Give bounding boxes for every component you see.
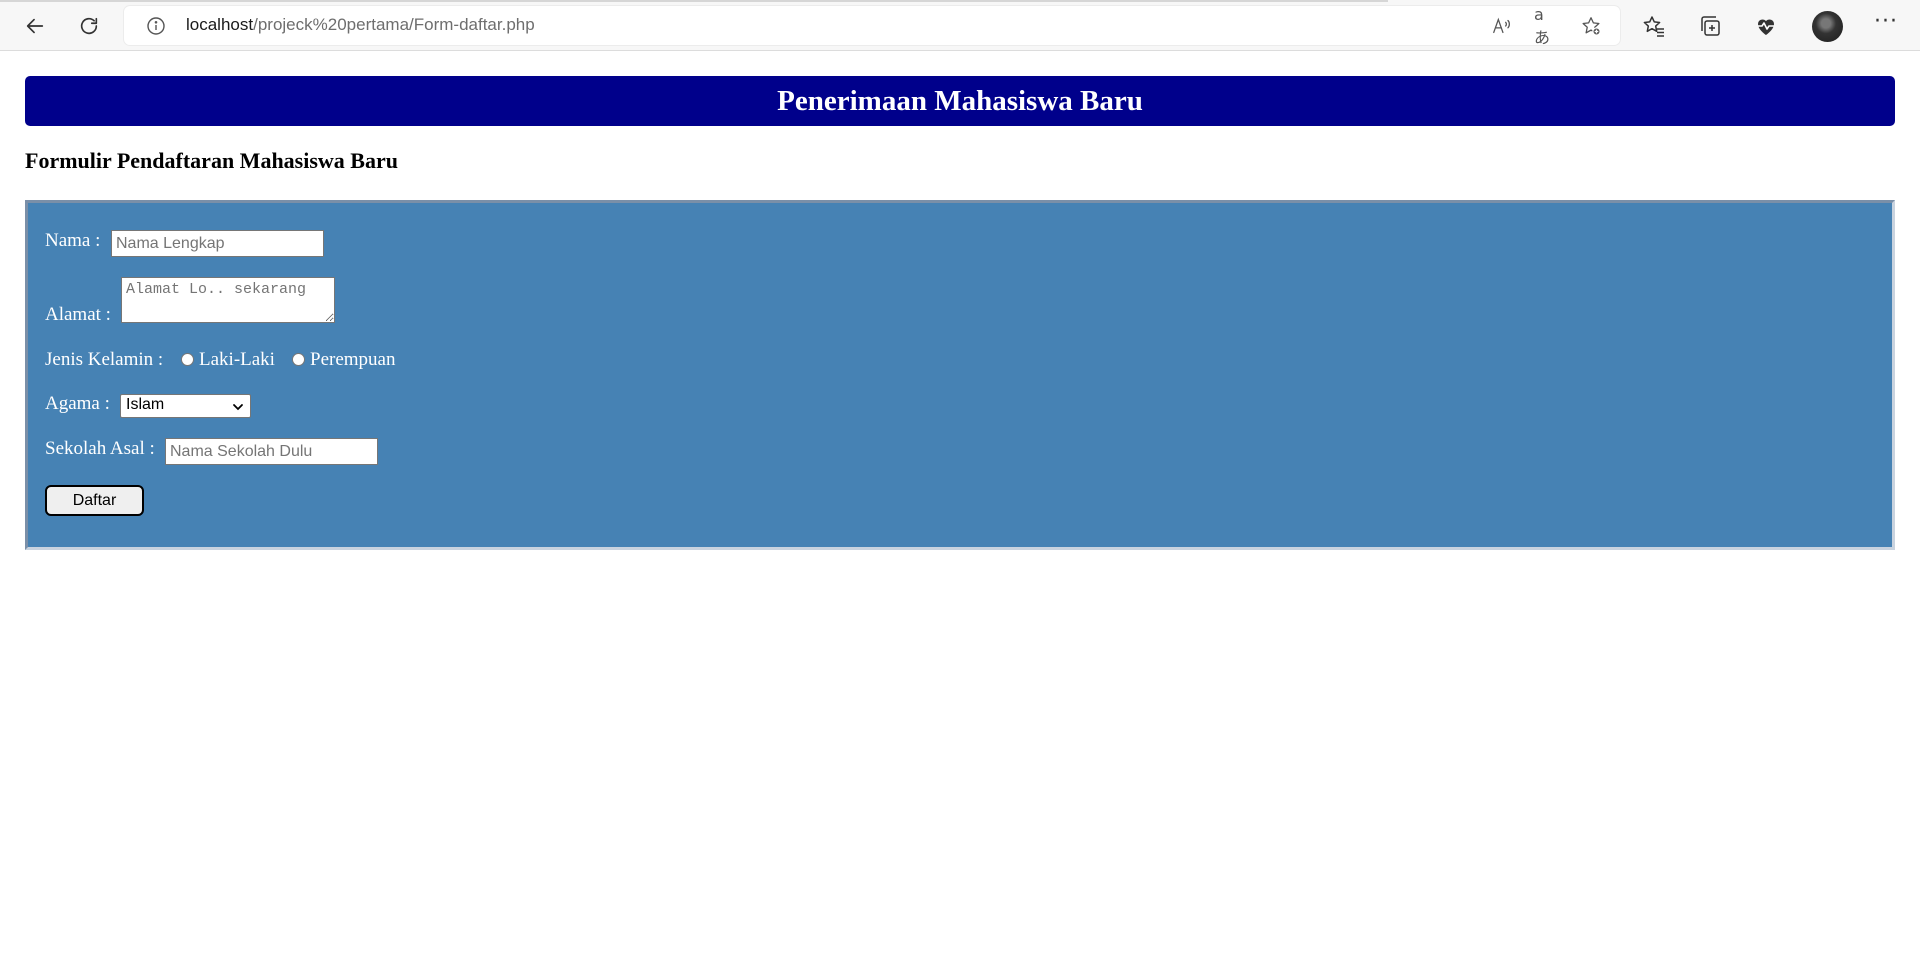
nama-label: Nama : xyxy=(45,230,101,251)
url-path: /projeck%20pertama/Form-daftar.php xyxy=(253,15,535,34)
page-banner: Penerimaan Mahasiswa Baru xyxy=(25,76,1895,126)
daftar-button[interactable]: Daftar xyxy=(45,485,144,516)
alamat-label: Alamat : xyxy=(45,304,111,325)
agama-select[interactable]: Islam xyxy=(120,394,251,418)
radio-laki-laki[interactable] xyxy=(181,353,194,366)
radio-label-perempuan: Perempuan xyxy=(310,349,396,370)
browser-toolbar: localhost/projeck%20pertama/Form-daftar.… xyxy=(0,0,1920,51)
avatar[interactable] xyxy=(1812,11,1843,42)
nama-input[interactable] xyxy=(111,230,324,257)
add-favorite-icon[interactable] xyxy=(1579,14,1603,38)
back-arrow-icon[interactable] xyxy=(18,9,52,43)
radio-label-laki-laki: Laki-Laki xyxy=(199,349,275,370)
agama-selected-value: Islam xyxy=(126,396,165,413)
url-text[interactable]: localhost/projeck%20pertama/Form-daftar.… xyxy=(186,15,535,35)
sekolah-asal-label: Sekolah Asal : xyxy=(45,438,155,459)
chevron-down-icon xyxy=(233,404,243,411)
url-host: localhost xyxy=(186,15,254,34)
favorites-icon[interactable] xyxy=(1641,13,1667,39)
sekolah-asal-input[interactable] xyxy=(165,438,378,465)
read-aloud-icon[interactable] xyxy=(1490,14,1514,38)
more-options-icon[interactable]: ··· xyxy=(1872,11,1900,39)
form-heading: Formulir Pendaftaran Mahasiswa Baru xyxy=(25,148,398,173)
collections-icon[interactable] xyxy=(1697,13,1723,39)
browser-essentials-icon[interactable] xyxy=(1753,13,1779,39)
address-bar[interactable]: localhost/projeck%20pertama/Form-daftar.… xyxy=(124,5,1620,47)
translate-icon[interactable]: aあ xyxy=(1534,5,1558,47)
registration-form: Nama : Alamat : Jenis Kelamin : Laki-Lak… xyxy=(25,200,1895,550)
page-load-indicator xyxy=(0,0,1388,2)
alamat-textarea[interactable] xyxy=(121,277,335,323)
jenis-kelamin-label: Jenis Kelamin : xyxy=(45,349,164,370)
radio-perempuan[interactable] xyxy=(292,353,305,366)
agama-label: Agama : xyxy=(45,393,110,414)
info-icon[interactable] xyxy=(146,16,166,36)
refresh-icon[interactable] xyxy=(72,9,106,43)
